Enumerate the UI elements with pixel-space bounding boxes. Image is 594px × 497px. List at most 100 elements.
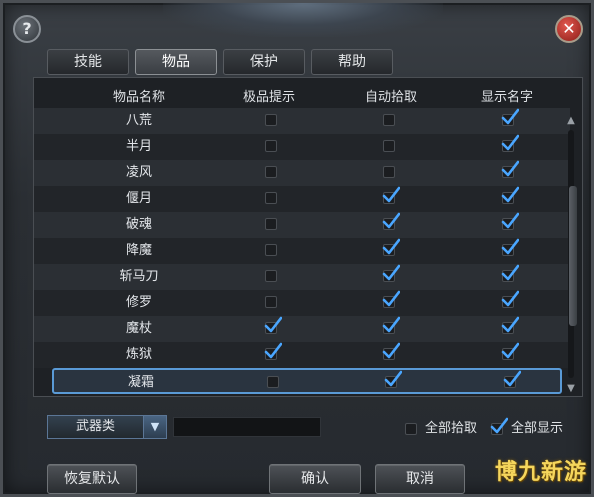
checkmark-icon — [382, 290, 400, 307]
auto-pickup-checkbox[interactable] — [382, 238, 400, 256]
checkmark-icon — [501, 342, 519, 359]
table-row[interactable]: 破魂 — [34, 212, 570, 238]
item-name: 修罗 — [125, 295, 152, 310]
table-row[interactable]: 修罗 — [34, 290, 570, 316]
checkmark-icon — [382, 212, 400, 229]
close-icon[interactable]: ✕ — [555, 15, 583, 43]
help-icon[interactable]: ? — [13, 15, 41, 43]
checkmark-icon — [503, 370, 521, 387]
premium-hint-checkbox[interactable] — [265, 270, 277, 282]
item-name: 凌风 — [125, 165, 152, 180]
auto-pickup-checkbox[interactable] — [382, 342, 400, 360]
checkmark-icon — [382, 264, 400, 281]
premium-hint-checkbox[interactable] — [265, 140, 277, 152]
auto-pickup-checkbox[interactable] — [384, 370, 402, 388]
checkmark-icon — [501, 108, 519, 125]
cancel-button[interactable]: 取消 — [375, 464, 465, 494]
premium-hint-checkbox[interactable] — [265, 166, 277, 178]
column-header-item-name: 物品名称 — [112, 90, 165, 105]
show-name-checkbox[interactable] — [501, 134, 519, 152]
show-name-checkbox[interactable] — [501, 186, 519, 204]
item-name: 斩马刀 — [119, 269, 159, 284]
checkmark-icon — [501, 134, 519, 151]
tab-help[interactable]: 帮助 — [311, 49, 393, 75]
checkmark-icon — [501, 186, 519, 203]
auto-pickup-checkbox[interactable] — [382, 186, 400, 204]
scroll-thumb[interactable] — [569, 186, 577, 326]
premium-hint-checkbox[interactable] — [264, 342, 282, 360]
checkmark-icon — [501, 264, 519, 281]
watermark-logo: 博九新游 — [494, 460, 587, 485]
search-input[interactable] — [173, 417, 321, 437]
premium-hint-checkbox[interactable] — [265, 192, 277, 204]
category-select[interactable]: 武器类 ▼ — [47, 415, 167, 439]
table-row[interactable]: 凝霜 — [52, 368, 562, 394]
item-name: 八荒 — [125, 113, 152, 128]
column-header-premium-hint: 极品提示 — [242, 90, 295, 105]
show-name-checkbox[interactable] — [501, 264, 519, 282]
scroll-track[interactable] — [568, 130, 577, 378]
auto-pickup-checkbox[interactable] — [383, 140, 395, 152]
item-name: 魔杖 — [125, 321, 152, 336]
table-row[interactable]: 斩马刀 — [34, 264, 570, 290]
checkmark-icon — [264, 342, 282, 359]
checkmark-icon — [382, 186, 400, 203]
all-pickup-label: 全部拾取 — [425, 421, 478, 436]
show-name-checkbox[interactable] — [501, 290, 519, 308]
premium-hint-checkbox[interactable] — [265, 296, 277, 308]
tab-protection[interactable]: 保护 — [223, 49, 305, 75]
table-row[interactable]: 炼狱 — [34, 342, 570, 368]
item-name: 降魔 — [125, 243, 152, 258]
table-row[interactable]: 降魔 — [34, 238, 570, 264]
column-header-show-name: 显示名字 — [480, 90, 533, 105]
all-show-checkbox[interactable] — [490, 417, 508, 435]
checkmark-icon — [501, 316, 519, 333]
item-name: 半月 — [125, 139, 152, 154]
checkmark-icon — [501, 212, 519, 229]
show-name-checkbox[interactable] — [501, 108, 519, 126]
category-select-value: 武器类 — [76, 419, 116, 434]
tab-skills[interactable]: 技能 — [47, 49, 129, 75]
premium-hint-checkbox[interactable] — [265, 244, 277, 256]
checkmark-icon — [382, 342, 400, 359]
show-name-checkbox[interactable] — [503, 370, 521, 388]
item-name: 偃月 — [125, 191, 152, 206]
table-header: 物品名称 极品提示 自动拾取 显示名字 — [34, 86, 574, 108]
auto-pickup-checkbox[interactable] — [383, 114, 395, 126]
table-row[interactable]: 魔杖 — [34, 316, 570, 342]
show-name-checkbox[interactable] — [501, 238, 519, 256]
auto-pickup-checkbox[interactable] — [382, 316, 400, 334]
premium-hint-checkbox[interactable] — [264, 316, 282, 334]
auto-pickup-checkbox[interactable] — [383, 166, 395, 178]
all-pickup-checkbox[interactable] — [405, 423, 417, 435]
scroll-up-arrow-icon[interactable]: ▲ — [566, 116, 576, 126]
premium-hint-checkbox[interactable] — [267, 376, 279, 388]
item-name: 破魂 — [125, 217, 152, 232]
chevron-down-icon[interactable]: ▼ — [143, 416, 166, 438]
checkmark-icon — [501, 290, 519, 307]
show-name-checkbox[interactable] — [501, 212, 519, 230]
checkmark-icon — [264, 316, 282, 333]
item-name: 炼狱 — [125, 347, 152, 362]
premium-hint-checkbox[interactable] — [265, 218, 277, 230]
show-name-checkbox[interactable] — [501, 160, 519, 178]
premium-hint-checkbox[interactable] — [265, 114, 277, 126]
confirm-button[interactable]: 确认 — [269, 464, 361, 494]
scroll-down-arrow-icon[interactable]: ▼ — [566, 384, 576, 394]
table-row[interactable]: 八荒 — [34, 108, 570, 134]
scrollbar[interactable]: ▲ ▼ — [566, 116, 577, 394]
show-name-checkbox[interactable] — [501, 342, 519, 360]
checkmark-icon — [384, 370, 402, 387]
table-row[interactable]: 偃月 — [34, 186, 570, 212]
table-row[interactable]: 半月 — [34, 134, 570, 160]
column-header-auto-pickup: 自动拾取 — [364, 90, 417, 105]
table-row[interactable]: 凌风 — [34, 160, 570, 186]
tab-items[interactable]: 物品 — [135, 49, 217, 75]
show-name-checkbox[interactable] — [501, 316, 519, 334]
auto-pickup-checkbox[interactable] — [382, 212, 400, 230]
auto-pickup-checkbox[interactable] — [382, 264, 400, 282]
checkmark-icon — [501, 160, 519, 177]
auto-pickup-checkbox[interactable] — [382, 290, 400, 308]
restore-defaults-button[interactable]: 恢复默认 — [47, 464, 137, 494]
item-table: 物品名称 极品提示 自动拾取 显示名字 八荒半月凌风偃月破魂降魔斩马刀修罗魔杖炼… — [33, 77, 583, 397]
